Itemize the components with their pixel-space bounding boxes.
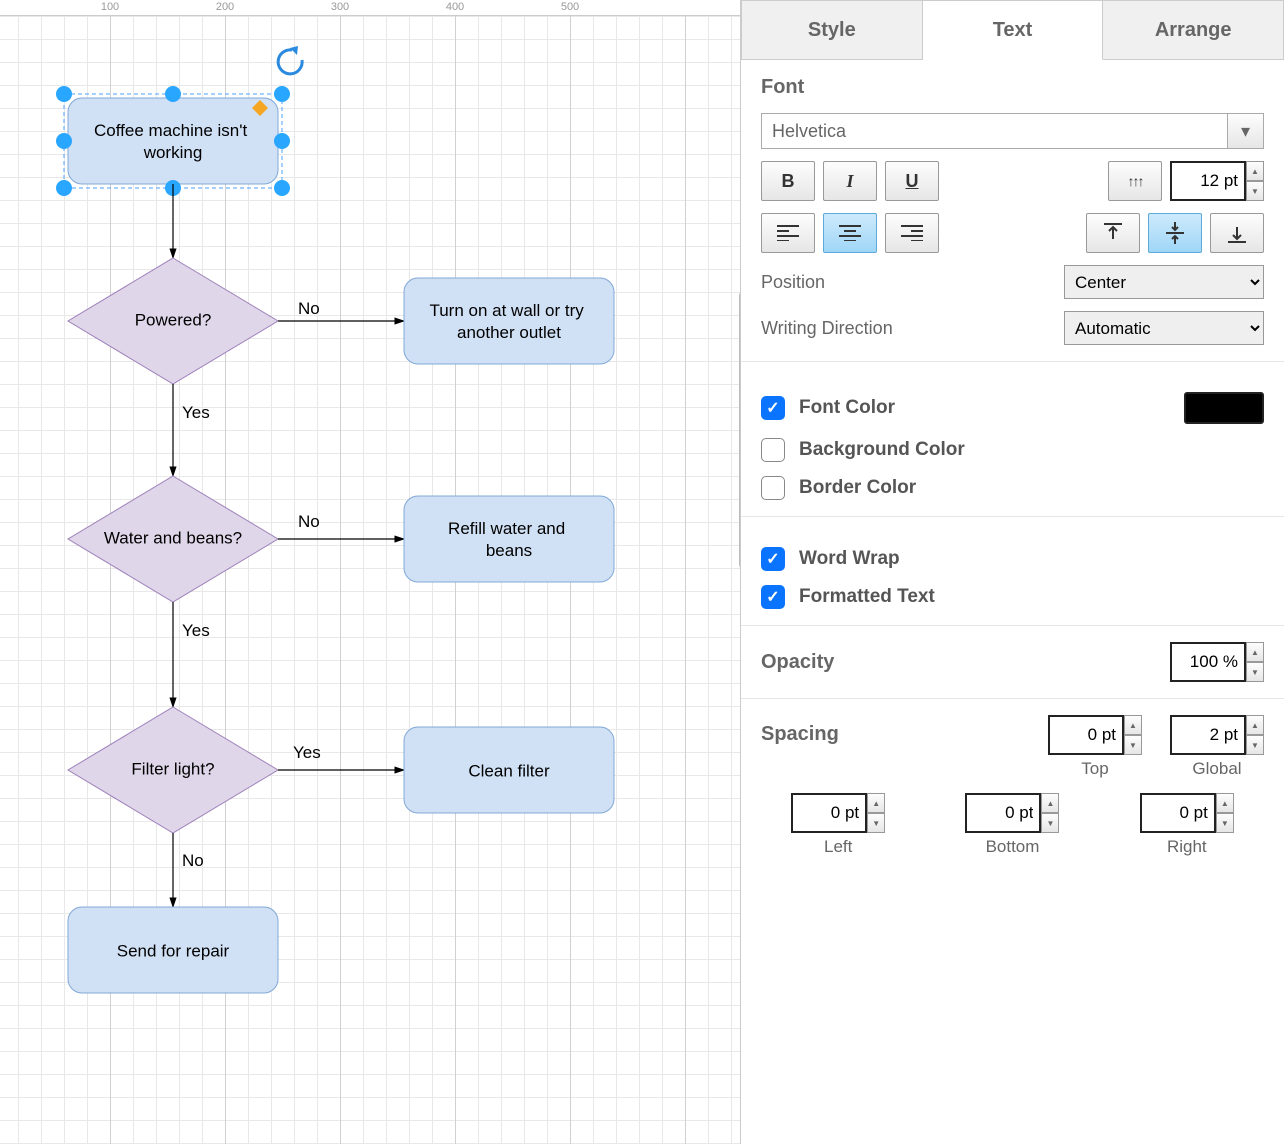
tab-text[interactable]: Text — [923, 0, 1104, 60]
bg-color-label: Background Color — [799, 439, 965, 461]
position-label: Position — [761, 272, 825, 293]
writing-dir-label: Writing Direction — [761, 318, 893, 339]
tab-arrange[interactable]: Arrange — [1103, 0, 1284, 60]
bold-button[interactable]: B — [761, 161, 815, 201]
align-right-button[interactable] — [885, 213, 939, 253]
label-water-yes: Yes — [182, 621, 210, 640]
font-family-select[interactable]: Helvetica ▾ — [761, 113, 1264, 149]
font-title: Font — [761, 76, 1264, 99]
font-size-input[interactable] — [1170, 161, 1246, 201]
spacing-global-input[interactable] — [1170, 715, 1246, 755]
spacing-right-input[interactable] — [1140, 793, 1216, 833]
node-filter-text: Filter light? — [131, 759, 214, 778]
spinner-up-icon[interactable]: ▲ — [1246, 642, 1264, 662]
word-wrap-label: Word Wrap — [799, 548, 900, 570]
label-water-no: No — [298, 512, 320, 531]
position-select[interactable]: Center — [1064, 265, 1264, 299]
align-left-button[interactable] — [761, 213, 815, 253]
tab-style[interactable]: Style — [741, 0, 923, 60]
resize-handle-ne[interactable] — [274, 86, 290, 102]
format-panel: Style Text Arrange Font Helvetica ▾ B I … — [740, 0, 1284, 1144]
spacing-left-cap: Left — [824, 837, 852, 857]
node-water-text: Water and beans? — [104, 528, 242, 547]
resize-handle-e[interactable] — [274, 133, 290, 149]
align-center-button[interactable] — [823, 213, 877, 253]
resize-handle-se[interactable] — [274, 180, 290, 196]
valign-middle-button[interactable] — [1148, 213, 1202, 253]
spacing-right-cap: Right — [1167, 837, 1207, 857]
panel-tabs: Style Text Arrange — [741, 0, 1284, 60]
spacing-left-spinner[interactable]: ▲▼ — [791, 793, 885, 833]
label-powered-no: No — [298, 299, 320, 318]
formatted-text-label: Formatted Text — [799, 586, 935, 608]
node-repair-text: Send for repair — [117, 941, 230, 960]
italic-button[interactable]: I — [823, 161, 877, 201]
rotate-icon[interactable] — [278, 46, 302, 74]
resize-handle-w[interactable] — [56, 133, 72, 149]
font-color-swatch[interactable] — [1184, 392, 1264, 424]
font-size-spinner[interactable]: ▲ ▼ — [1170, 161, 1264, 201]
spacing-bottom-spinner[interactable]: ▲▼ — [965, 793, 1059, 833]
formatted-text-checkbox[interactable]: ✓ — [761, 585, 785, 609]
font-color-label: Font Color — [799, 397, 895, 419]
label-powered-yes: Yes — [182, 403, 210, 422]
spacing-bottom-input[interactable] — [965, 793, 1041, 833]
spinner-up-icon[interactable]: ▲ — [1246, 161, 1264, 181]
border-color-checkbox[interactable] — [761, 476, 785, 500]
vertical-text-button[interactable]: ↑↑↑ — [1108, 161, 1162, 201]
spinner-down-icon[interactable]: ▼ — [1246, 181, 1264, 201]
spacing-right-spinner[interactable]: ▲▼ — [1140, 793, 1234, 833]
spacing-top-spinner[interactable]: ▲▼ — [1048, 715, 1142, 755]
chevron-down-icon: ▾ — [1227, 114, 1263, 148]
node-refill[interactable] — [404, 496, 614, 582]
bg-color-checkbox[interactable] — [761, 438, 785, 462]
node-start[interactable] — [68, 98, 278, 184]
word-wrap-checkbox[interactable]: ✓ — [761, 547, 785, 571]
spacing-top-input[interactable] — [1048, 715, 1124, 755]
node-powered-text: Powered? — [135, 310, 212, 329]
opacity-spinner[interactable]: ▲▼ — [1170, 642, 1264, 682]
resize-handle-n[interactable] — [165, 86, 181, 102]
flowchart[interactable]: Coffee machine isn't working Powered? No — [0, 0, 740, 1144]
spinner-down-icon[interactable]: ▼ — [1246, 662, 1264, 682]
diagram-canvas[interactable]: 100 200 300 400 500 Coffee machine isn't… — [0, 0, 740, 1144]
opacity-input[interactable] — [1170, 642, 1246, 682]
label-filter-yes: Yes — [293, 743, 321, 762]
spacing-global-cap: Global — [1192, 759, 1241, 779]
spacing-label: Spacing — [761, 723, 839, 746]
resize-handle-sw[interactable] — [56, 180, 72, 196]
label-filter-no: No — [182, 851, 204, 870]
font-color-checkbox[interactable]: ✓ — [761, 396, 785, 420]
spacing-global-spinner[interactable]: ▲▼ — [1170, 715, 1264, 755]
resize-handle-nw[interactable] — [56, 86, 72, 102]
node-outlet[interactable] — [404, 278, 614, 364]
spacing-top-cap: Top — [1081, 759, 1108, 779]
node-clean-text: Clean filter — [468, 761, 550, 780]
spacing-left-input[interactable] — [791, 793, 867, 833]
underline-button[interactable]: U — [885, 161, 939, 201]
writing-dir-select[interactable]: Automatic — [1064, 311, 1264, 345]
spacing-bottom-cap: Bottom — [986, 837, 1040, 857]
valign-bottom-button[interactable] — [1210, 213, 1264, 253]
opacity-label: Opacity — [761, 651, 834, 674]
border-color-label: Border Color — [799, 477, 916, 499]
valign-top-button[interactable] — [1086, 213, 1140, 253]
